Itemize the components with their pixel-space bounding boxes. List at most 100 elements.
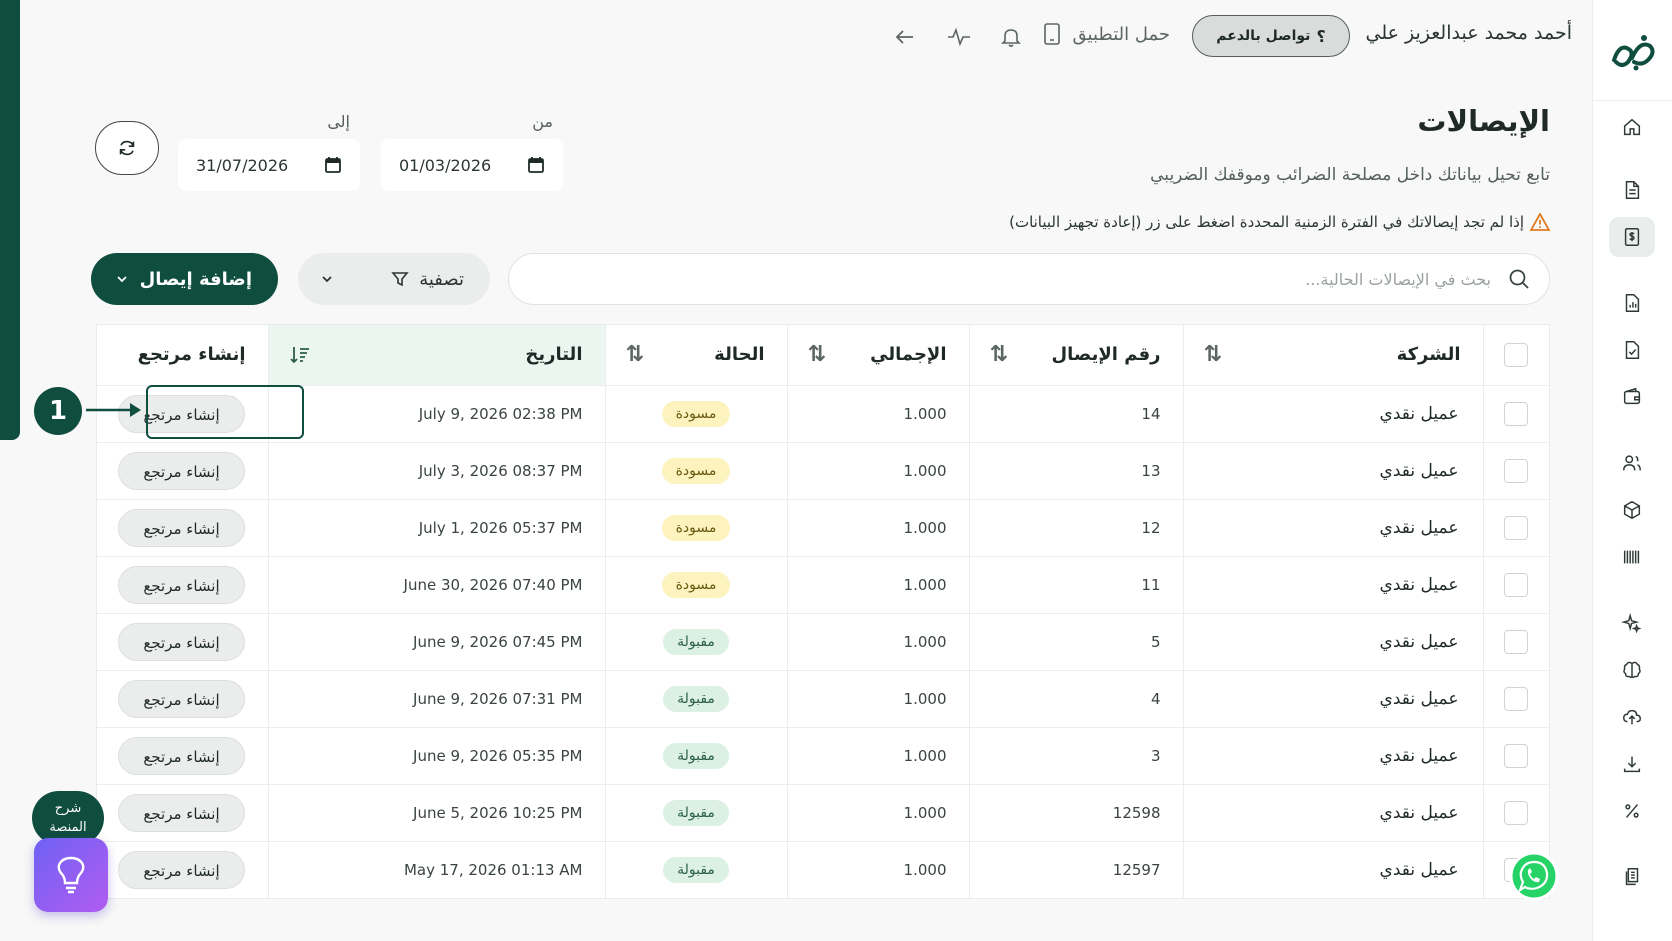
sidebar-item-home[interactable]	[1609, 107, 1655, 147]
download-icon	[1623, 756, 1641, 773]
row-checkbox[interactable]	[1504, 686, 1529, 711]
table-row[interactable]: عميل نقدي 3 1.000 مقبولة June 9, 2026 05…	[97, 727, 1549, 785]
cell-action: إنشاء مرتجع	[97, 613, 268, 671]
create-return-button[interactable]: إنشاء مرتجع	[118, 451, 245, 490]
sidebar-item-customers[interactable]	[1609, 443, 1655, 483]
sidebar-item-tax[interactable]	[1609, 791, 1655, 831]
cell-total: 1.000	[786, 784, 969, 842]
row-checkbox[interactable]	[1504, 572, 1529, 597]
table-row[interactable]: عميل نقدي 5 1.000 مقبولة June 9, 2026 07…	[97, 613, 1549, 671]
create-return-button[interactable]: إنشاء مرتجع	[118, 736, 245, 775]
table-row[interactable]: عميل نقدي 12598 1.000 مقبولة June 5, 202…	[97, 784, 1549, 842]
cell-receipt-no: 12597	[968, 841, 1183, 898]
status-badge: مقبولة	[663, 856, 729, 883]
platform-guide-pill[interactable]: شرح المنصة	[32, 791, 104, 845]
create-return-button[interactable]: إنشاء مرتجع	[118, 565, 245, 604]
create-return-button[interactable]: إنشاء مرتجع	[118, 679, 245, 718]
cell-total: 1.000	[786, 613, 969, 671]
platform-guide-button[interactable]	[34, 838, 108, 912]
column-header-date[interactable]: التاريخ	[267, 325, 605, 386]
row-checkbox[interactable]	[1504, 458, 1529, 483]
sidebar-divider	[1593, 100, 1672, 101]
add-receipt-button[interactable]: إضافة إيصال	[91, 253, 278, 305]
sidebar-item-wallet[interactable]	[1609, 377, 1655, 417]
sidebar-item-reports[interactable]	[1609, 283, 1655, 323]
topbar: أحمد محمد عبدالعزيز علي ؟ تواصل بالدعم ح…	[40, 14, 1572, 58]
row-checkbox[interactable]	[1504, 401, 1529, 426]
row-select-cell	[1482, 613, 1549, 671]
sort-icon[interactable]: ⇅	[1204, 342, 1222, 367]
status-badge: مسودة	[661, 571, 731, 598]
cell-receipt-no: 5	[968, 613, 1183, 671]
row-checkbox[interactable]	[1504, 800, 1529, 825]
table-row[interactable]: عميل نقدي 4 1.000 مقبولة June 9, 2026 07…	[97, 670, 1549, 728]
cell-company: عميل نقدي	[1182, 727, 1483, 785]
activity-button[interactable]	[946, 24, 972, 50]
sort-icon[interactable]: ⇅	[808, 342, 826, 367]
sidebar-item-approved[interactable]	[1609, 330, 1655, 370]
table-header-row: الشركة ⇅ رقم الإيصال ⇅ الإجمالي ⇅ الحالة ⇅ ا…	[97, 325, 1549, 386]
create-return-button[interactable]: إنشاء مرتجع	[118, 622, 245, 661]
support-button[interactable]: ؟ تواصل بالدعم	[1192, 15, 1350, 57]
column-header-status[interactable]: الحالة ⇅	[604, 325, 787, 386]
app-logo[interactable]	[1593, 22, 1672, 82]
from-date-input[interactable]: 01/03/2026	[381, 139, 563, 191]
column-header-company[interactable]: الشركة ⇅	[1182, 325, 1483, 386]
refresh-data-button[interactable]	[95, 121, 159, 175]
table-row[interactable]: عميل نقدي 14 1.000 مسودة July 9, 2026 02…	[97, 385, 1549, 443]
filter-button[interactable]: تصفية	[298, 253, 490, 305]
cell-total: 1.000	[786, 670, 969, 728]
status-badge: مقبولة	[663, 742, 729, 769]
chevron-down-icon	[322, 276, 332, 283]
cell-action: إنشاء مرتجع	[97, 670, 268, 728]
wallet-icon	[1623, 387, 1641, 405]
from-date-value: 01/03/2026	[399, 155, 492, 175]
sort-icon[interactable]: ⇅	[626, 342, 644, 367]
sort-descending-icon[interactable]	[289, 344, 311, 366]
sidebar-item-products[interactable]	[1609, 490, 1655, 530]
arrow-left-icon	[895, 30, 913, 44]
user-name: أحمد محمد عبدالعزيز علي	[1365, 22, 1573, 44]
left-accent-bar	[0, 0, 20, 440]
to-date-input[interactable]: 31/07/2026	[178, 139, 360, 191]
sidebar-item-ai[interactable]	[1609, 603, 1655, 643]
column-header-receipt-no[interactable]: رقم الإيصال ⇅	[968, 325, 1183, 386]
cell-company: عميل نقدي	[1182, 670, 1483, 728]
create-return-button[interactable]: إنشاء مرتجع	[118, 850, 245, 889]
sidebar-item-download[interactable]	[1609, 744, 1655, 784]
table-row[interactable]: عميل نقدي 11 1.000 مسودة June 30, 2026 0…	[97, 556, 1549, 614]
table-row[interactable]: عميل نقدي 12597 1.000 مقبولة May 17, 202…	[97, 841, 1549, 898]
mobile-phone-icon	[1043, 23, 1060, 45]
row-checkbox[interactable]	[1504, 743, 1529, 768]
cloud-upload-icon	[1623, 709, 1641, 725]
sidebar-item-invoices[interactable]	[1609, 170, 1655, 210]
row-select-cell	[1482, 670, 1549, 728]
column-header-total[interactable]: الإجمالي ⇅	[786, 325, 969, 386]
status-badge: مقبولة	[663, 628, 729, 655]
cell-total: 1.000	[786, 385, 969, 443]
percent-icon	[1625, 804, 1639, 818]
refresh-icon	[119, 140, 135, 156]
calendar-icon	[528, 157, 544, 173]
sidebar-item-upload[interactable]	[1609, 697, 1655, 737]
sidebar-item-receipts[interactable]	[1609, 217, 1655, 257]
download-app-link[interactable]: حمل التطبيق	[1043, 22, 1170, 46]
table-row[interactable]: عميل نقدي 12 1.000 مسودة July 1, 2026 05…	[97, 499, 1549, 557]
filter-label-group: تصفية	[391, 269, 464, 290]
sidebar-item-insights[interactable]	[1609, 650, 1655, 690]
create-return-button[interactable]: إنشاء مرتجع	[118, 793, 245, 832]
back-button[interactable]	[892, 24, 918, 50]
whatsapp-button[interactable]	[1508, 850, 1560, 902]
table-row[interactable]: عميل نقدي 13 1.000 مسودة July 3, 2026 08…	[97, 442, 1549, 500]
sort-icon[interactable]: ⇅	[990, 342, 1008, 367]
create-return-button[interactable]: إنشاء مرتجع	[118, 508, 245, 547]
select-all-checkbox[interactable]	[1504, 342, 1529, 367]
notifications-button[interactable]	[998, 24, 1024, 50]
sidebar-item-statements[interactable]	[1609, 857, 1655, 897]
cell-status: مقبولة	[604, 841, 787, 898]
cell-status: مسودة	[604, 385, 787, 443]
row-checkbox[interactable]	[1504, 629, 1529, 654]
search-input[interactable]	[527, 269, 1491, 289]
sidebar-item-barcode[interactable]	[1609, 537, 1655, 577]
row-checkbox[interactable]	[1504, 515, 1529, 540]
